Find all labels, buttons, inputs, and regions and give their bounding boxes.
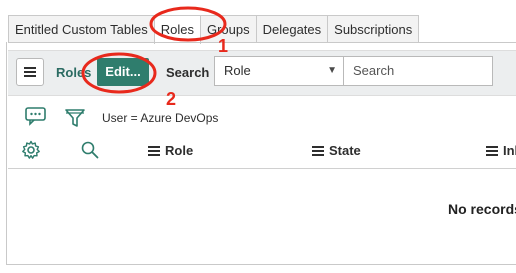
column-header-state[interactable]: State [312, 143, 361, 158]
empty-state-message: No records [448, 201, 516, 217]
annotation-circle-edit-button [81, 52, 157, 94]
column-header-label: Role [165, 143, 194, 158]
tab-delegates[interactable]: Delegates [255, 15, 329, 42]
column-header-label: Inh [503, 143, 516, 158]
menu-icon-bar [24, 71, 36, 73]
column-header-role[interactable]: Role [148, 143, 193, 158]
filter-icon[interactable] [64, 107, 86, 129]
list-icon [486, 146, 498, 156]
dropdown-caret-icon: ▼ [327, 65, 337, 76]
list-icon [148, 146, 160, 156]
gear-icon[interactable] [21, 140, 41, 160]
search-label: Search [166, 65, 210, 80]
header-divider [8, 168, 516, 169]
message-icon[interactable] [24, 106, 48, 126]
annotation-number-1: 1 [218, 36, 229, 56]
search-icon[interactable] [80, 140, 100, 160]
tab-subscriptions[interactable]: Subscriptions [327, 15, 420, 42]
search-input[interactable]: Search [343, 56, 493, 86]
filter-condition[interactable]: User = Azure DevOps [102, 111, 218, 125]
annotation-number-2: 2 [166, 89, 177, 109]
menu-icon-bar [24, 75, 36, 77]
list-icon [312, 146, 324, 156]
column-header-inherited[interactable]: Inh [486, 143, 516, 158]
search-field-select[interactable]: Role ▼ [214, 56, 344, 86]
search-field-value: Role [224, 63, 251, 78]
menu-icon [24, 67, 36, 69]
tab-entitled-custom-tables[interactable]: Entitled Custom Tables [8, 15, 155, 42]
list-context-menu-button[interactable] [16, 58, 44, 86]
column-header-label: State [329, 143, 361, 158]
list-header-row: Role State Inh [8, 136, 516, 164]
filter-row: User = Azure DevOps [8, 104, 516, 132]
